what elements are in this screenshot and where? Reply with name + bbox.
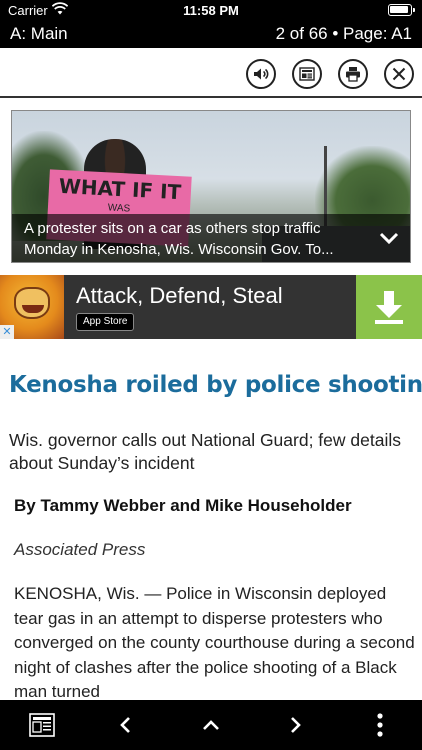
page-thumbnails-button[interactable]: [27, 710, 57, 740]
top-bar: Carrier 11:58 PM A: Main 2 of 66 • Page:…: [0, 0, 422, 48]
print-button[interactable]: [338, 59, 368, 89]
app-store-label: App Store: [83, 316, 128, 327]
ad-title: Attack, Defend, Steal: [76, 283, 283, 308]
previous-button[interactable]: [111, 710, 141, 740]
article-deck: Wis. governor calls out National Guard; …: [9, 430, 401, 473]
article-byline: By Tammy Webber and Mike Householder: [14, 496, 352, 515]
caption-line-1: A protester sits on a car as others stop…: [24, 220, 321, 237]
article-toolbar: [0, 48, 422, 98]
close-icon: [392, 67, 406, 81]
page-indicator: 2 of 66 • Page: A1: [275, 24, 412, 43]
speaker-icon: [254, 68, 269, 80]
article-view-button[interactable]: [292, 59, 322, 89]
battery-icon: [388, 4, 415, 16]
article-body: KENOSHA, Wis. — Police in Wisconsin depl…: [14, 584, 415, 700]
article-headline: Kenosha roiled by police shooting: [9, 372, 422, 398]
section-title[interactable]: A: Main: [10, 24, 68, 44]
app-store-badge[interactable]: App Store: [76, 313, 135, 331]
ad-banner[interactable]: ✕ Attack, Defend, Steal App Store: [0, 275, 422, 339]
up-button[interactable]: [196, 710, 226, 740]
article-content: Kenosha roiled by police shooting Wis. g…: [0, 340, 422, 700]
article-agency: Associated Press: [14, 540, 146, 559]
chevron-left-icon: [120, 717, 130, 733]
speaker-button[interactable]: [246, 59, 276, 89]
ad-close-icon[interactable]: ✕: [0, 325, 14, 339]
chevron-up-icon: [203, 720, 219, 730]
caption-line-2: Monday in Kenosha, Wis. Wisconsin Gov. T…: [24, 241, 334, 258]
article-view-icon: [299, 67, 315, 81]
more-vertical-icon: [377, 713, 383, 737]
close-button[interactable]: [384, 59, 414, 89]
status-bar: Carrier 11:58 PM: [0, 0, 422, 22]
bottom-bar: [0, 700, 422, 750]
chevron-down-icon[interactable]: [378, 229, 400, 247]
print-icon: [346, 67, 360, 82]
photo-caption: A protester sits on a car as others stop…: [12, 214, 410, 262]
next-button[interactable]: [280, 710, 310, 740]
more-button[interactable]: [365, 710, 395, 740]
article-photo[interactable]: WHAT IF IT WAS A protester sits on a car…: [11, 110, 411, 263]
nav-row: A: Main 2 of 66 • Page: A1: [0, 22, 422, 46]
download-icon: [375, 291, 403, 324]
chevron-right-icon: [291, 717, 301, 733]
status-time: 11:58 PM: [183, 3, 239, 18]
page-thumbnails-icon: [29, 713, 55, 737]
ad-download-button[interactable]: [356, 275, 422, 339]
